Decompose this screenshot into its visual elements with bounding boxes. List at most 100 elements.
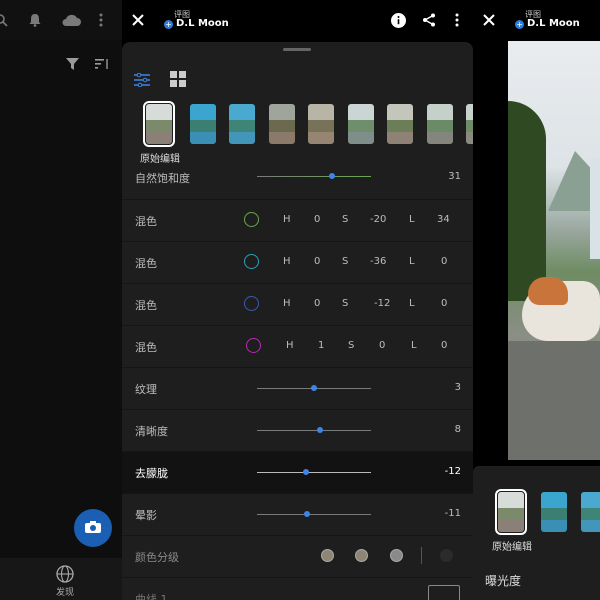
filter-icon[interactable]: [64, 56, 80, 72]
row-value: -12: [444, 466, 461, 477]
sort-icon[interactable]: [94, 56, 110, 72]
hue-value: 0: [314, 298, 321, 309]
preset-thumbnail[interactable]: [308, 104, 334, 144]
search-icon[interactable]: [0, 10, 10, 30]
row-label: 晕影: [135, 509, 157, 522]
exposure-label[interactable]: 曝光度: [485, 572, 521, 589]
row-label: 自然饱和度: [135, 172, 190, 185]
grading-global-wheel[interactable]: [440, 549, 453, 562]
saturation-value: 0: [379, 340, 386, 351]
preset-thumbnail-original[interactable]: [143, 101, 175, 147]
row-value: -11: [444, 508, 461, 519]
hue-label: H: [283, 298, 291, 309]
preset-thumbnail[interactable]: [387, 104, 413, 144]
grid-presets-icon[interactable]: [170, 71, 186, 87]
luminance-label: L: [409, 256, 415, 267]
color-mix-row[interactable]: 混色 H 0 S -36 L 0: [122, 241, 473, 283]
row-label: 混色: [135, 341, 157, 354]
adjust-sliders-icon[interactable]: [134, 72, 150, 88]
gallery-panel: 发现: [0, 0, 122, 600]
photo-preview[interactable]: [508, 41, 600, 460]
preset-thumbnail[interactable]: [229, 104, 255, 144]
more-vert-icon[interactable]: [452, 10, 462, 30]
color-swatch[interactable]: [246, 338, 261, 353]
color-mix-row[interactable]: 混色 H 0 S -20 L 34: [122, 199, 473, 241]
share-icon[interactable]: [421, 10, 437, 30]
author-badge: +: [515, 20, 524, 29]
texture-row[interactable]: 纹理 3: [122, 367, 473, 409]
more-vert-icon[interactable]: [96, 10, 106, 30]
hue-value: 1: [318, 340, 325, 351]
grading-shadows-wheel[interactable]: [321, 549, 334, 562]
tree-shape: [508, 101, 546, 301]
luminance-label: L: [411, 340, 417, 351]
saturation-label: S: [342, 256, 349, 267]
saturation-value: -36: [370, 256, 387, 267]
color-swatch[interactable]: [244, 254, 259, 269]
row-label: 混色: [135, 215, 157, 228]
dehaze-slider[interactable]: [257, 472, 371, 473]
vignette-slider[interactable]: [257, 514, 371, 515]
vibrance-slider[interactable]: [257, 176, 371, 177]
cat-patch: [528, 277, 568, 305]
preset-thumbnail-original[interactable]: [495, 489, 527, 535]
nav-discover-label[interactable]: 发现: [56, 585, 74, 598]
preset-thumbnail[interactable]: [466, 104, 473, 144]
slider-knob[interactable]: [311, 385, 317, 391]
row-label: 混色: [135, 299, 157, 312]
color-swatch[interactable]: [244, 212, 259, 227]
preset-thumbnail[interactable]: [427, 104, 453, 144]
row-value: 8: [454, 424, 461, 435]
cloud-icon[interactable]: [60, 10, 82, 30]
luminance-value: 0: [441, 256, 448, 267]
preset-thumbnail[interactable]: [348, 104, 374, 144]
color-grading-row[interactable]: 颜色分级: [122, 535, 473, 577]
row-label: 去朦胧: [135, 467, 168, 480]
slider-knob[interactable]: [329, 173, 335, 179]
camera-icon: [84, 519, 102, 538]
slider-knob[interactable]: [316, 427, 323, 433]
color-mix-row[interactable]: 混色 H 1 S 0 L 0: [122, 325, 473, 367]
author-name[interactable]: D.L Moon: [176, 18, 229, 29]
preset-label: 原始编辑: [140, 154, 180, 165]
preset-thumbnail[interactable]: [190, 104, 216, 144]
row-label: 纹理: [135, 383, 157, 396]
row-value: 31: [448, 171, 461, 182]
color-swatch[interactable]: [244, 296, 259, 311]
close-icon[interactable]: [130, 10, 146, 30]
hue-value: 0: [314, 256, 321, 267]
slider-knob[interactable]: [303, 469, 310, 475]
row-label: 混色: [135, 257, 157, 270]
camera-button[interactable]: [74, 509, 112, 547]
clarity-slider[interactable]: [257, 430, 371, 431]
slider-knob[interactable]: [304, 511, 311, 517]
dehaze-row[interactable]: 去朦胧 -12: [122, 451, 473, 493]
row-label: 清晰度: [135, 425, 168, 438]
row-label: 颜色分级: [135, 551, 179, 564]
preset-thumbnail[interactable]: [541, 492, 567, 532]
preset-thumbnail[interactable]: [581, 492, 600, 532]
close-icon[interactable]: [481, 10, 497, 30]
info-icon[interactable]: [390, 10, 406, 30]
divider: [421, 547, 422, 564]
house-shape: [590, 159, 600, 259]
row-value: 3: [454, 382, 461, 393]
clarity-row[interactable]: 清晰度 8: [122, 409, 473, 451]
bell-icon[interactable]: [26, 10, 44, 30]
curve-thumbnail-icon[interactable]: [428, 585, 460, 600]
hue-label: H: [283, 214, 291, 225]
saturation-value: -20: [370, 214, 387, 225]
author-name[interactable]: D.L Moon: [527, 18, 580, 29]
grading-midtones-wheel[interactable]: [355, 549, 368, 562]
globe-icon[interactable]: [55, 564, 75, 584]
saturation-label: S: [348, 340, 355, 351]
vignette-row[interactable]: 晕影 -11: [122, 493, 473, 535]
hue-value: 0: [314, 214, 321, 225]
drag-handle[interactable]: [283, 48, 311, 51]
author-badge: +: [164, 20, 173, 29]
grading-highlights-wheel[interactable]: [390, 549, 403, 562]
preset-thumbnail[interactable]: [269, 104, 295, 144]
color-mix-row[interactable]: 混色 H 0 S -12 L 0: [122, 283, 473, 325]
curve-row[interactable]: 曲线 1: [122, 577, 473, 600]
preset-label: 原始编辑: [492, 542, 532, 553]
